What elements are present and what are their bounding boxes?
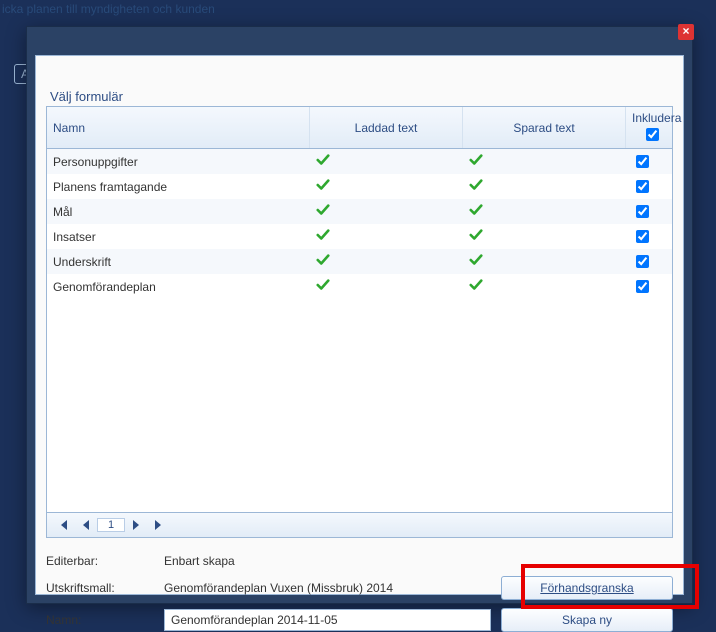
row-include bbox=[626, 249, 673, 274]
row-saved bbox=[463, 274, 626, 299]
row-include-checkbox[interactable] bbox=[636, 180, 649, 193]
preview-button[interactable]: Förhandsgranska bbox=[501, 576, 673, 600]
check-icon bbox=[316, 203, 330, 220]
row-include-checkbox[interactable] bbox=[636, 255, 649, 268]
dialog-body: Välj formulär Namn Laddad text Sparad te… bbox=[35, 55, 684, 595]
row-include bbox=[626, 224, 673, 249]
table-row[interactable]: Mål bbox=[47, 199, 672, 224]
close-icon[interactable]: × bbox=[678, 24, 694, 40]
row-include-checkbox[interactable] bbox=[636, 280, 649, 293]
check-icon bbox=[469, 228, 483, 245]
row-loaded bbox=[310, 224, 463, 249]
forms-table: Namn Laddad text Sparad text Inkludera P… bbox=[47, 107, 672, 299]
check-icon bbox=[469, 153, 483, 170]
editable-label: Editerbar: bbox=[46, 554, 164, 568]
name-input[interactable] bbox=[164, 609, 491, 631]
row-include bbox=[626, 174, 673, 199]
check-icon bbox=[469, 253, 483, 270]
row-loaded bbox=[310, 149, 463, 175]
table-row[interactable]: Genomförandeplan bbox=[47, 274, 672, 299]
check-icon bbox=[316, 253, 330, 270]
row-include-checkbox[interactable] bbox=[636, 155, 649, 168]
row-include bbox=[626, 149, 673, 175]
row-name: Personuppgifter bbox=[47, 149, 310, 175]
pager: 1 bbox=[47, 512, 672, 537]
check-icon bbox=[316, 228, 330, 245]
row-saved bbox=[463, 174, 626, 199]
choose-form-dialog: × Välj formulär Namn Laddad text Sparad … bbox=[26, 26, 693, 604]
row-name: Mål bbox=[47, 199, 310, 224]
check-icon bbox=[316, 278, 330, 295]
row-include-checkbox[interactable] bbox=[636, 205, 649, 218]
row-loaded bbox=[310, 174, 463, 199]
background-window-text: icka planen till myndigheten och kunden bbox=[2, 2, 215, 16]
template-label: Utskriftsmall: bbox=[46, 581, 164, 595]
row-saved bbox=[463, 199, 626, 224]
row-saved bbox=[463, 249, 626, 274]
column-header-include[interactable]: Inkludera bbox=[626, 107, 673, 149]
table-row[interactable]: Insatser bbox=[47, 224, 672, 249]
row-saved bbox=[463, 224, 626, 249]
column-header-saved[interactable]: Sparad text bbox=[463, 107, 626, 149]
row-include bbox=[626, 199, 673, 224]
include-all-checkbox[interactable] bbox=[646, 128, 659, 141]
check-icon bbox=[469, 203, 483, 220]
pager-prev-icon[interactable] bbox=[75, 516, 95, 534]
table-row[interactable]: Planens framtagande bbox=[47, 174, 672, 199]
name-label: Namn: bbox=[46, 613, 164, 627]
template-value: Genomförandeplan Vuxen (Missbruk) 2014 bbox=[164, 581, 501, 595]
check-icon bbox=[469, 178, 483, 195]
editable-value: Enbart skapa bbox=[164, 554, 673, 568]
row-name: Underskrift bbox=[47, 249, 310, 274]
check-icon bbox=[316, 153, 330, 170]
row-name: Genomförandeplan bbox=[47, 274, 310, 299]
pager-page-number[interactable]: 1 bbox=[97, 518, 125, 532]
row-loaded bbox=[310, 249, 463, 274]
row-saved bbox=[463, 149, 626, 175]
column-header-loaded[interactable]: Laddad text bbox=[310, 107, 463, 149]
check-icon bbox=[316, 178, 330, 195]
row-name: Insatser bbox=[47, 224, 310, 249]
row-include bbox=[626, 274, 673, 299]
pager-last-icon[interactable] bbox=[149, 516, 169, 534]
column-header-name[interactable]: Namn bbox=[47, 107, 310, 149]
pager-next-icon[interactable] bbox=[127, 516, 147, 534]
table-row[interactable]: Personuppgifter bbox=[47, 149, 672, 175]
check-icon bbox=[469, 278, 483, 295]
pager-first-icon[interactable] bbox=[53, 516, 73, 534]
row-name: Planens framtagande bbox=[47, 174, 310, 199]
row-loaded bbox=[310, 274, 463, 299]
dialog-footer: Editerbar: Enbart skapa Utskriftsmall: G… bbox=[46, 546, 673, 632]
row-loaded bbox=[310, 199, 463, 224]
column-header-include-label: Inkludera bbox=[632, 111, 681, 125]
dialog-title: Välj formulär bbox=[50, 89, 123, 104]
create-new-button[interactable]: Skapa ny bbox=[501, 608, 673, 632]
forms-grid: Namn Laddad text Sparad text Inkludera P… bbox=[46, 106, 673, 538]
row-include-checkbox[interactable] bbox=[636, 230, 649, 243]
table-row[interactable]: Underskrift bbox=[47, 249, 672, 274]
